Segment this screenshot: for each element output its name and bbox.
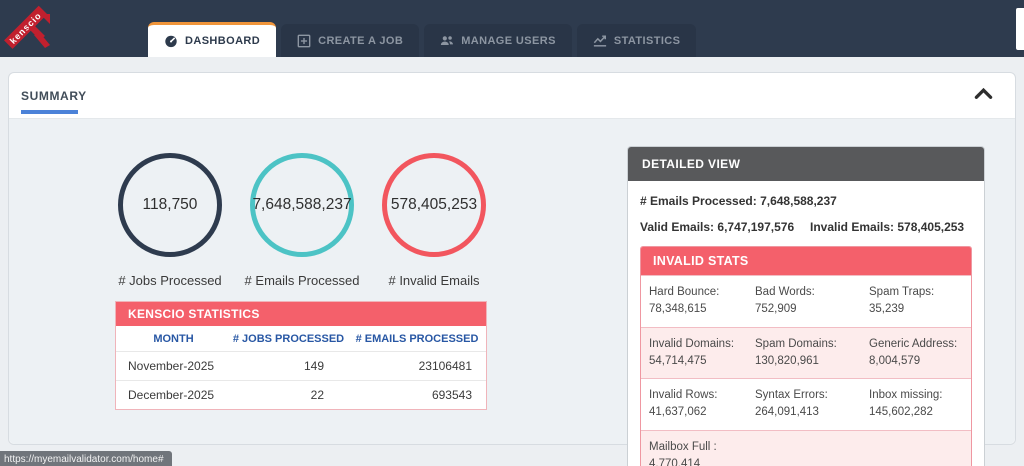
row-jobs: 149 [303, 359, 324, 373]
invalid-emails-pair: Invalid Emails: 578,405,253 [810, 220, 964, 234]
tab-label: MANAGE USERS [461, 34, 556, 47]
valid-emails-label: Valid Emails: [640, 220, 715, 234]
emails-processed-line: # Emails Processed: 7,648,588,237 [640, 194, 972, 208]
emails-processed-label: # Emails Processed [244, 273, 360, 288]
jobs-processed-value: 118,750 [142, 196, 198, 213]
plus-square-icon [297, 34, 311, 48]
invalid-domains-cell: Invalid Domains: 54,714,475 [649, 337, 735, 367]
emails-processed-value: 7,648,588,237 [252, 196, 352, 213]
tab-statistics[interactable]: STATISTICS [576, 24, 697, 57]
column-month: MONTH [153, 333, 194, 345]
chart-line-icon [593, 34, 607, 48]
jobs-processed-circle: 118,750 [118, 153, 222, 257]
dashboard-icon [164, 34, 178, 48]
emails-processed-total-value: 7,648,588,237 [760, 194, 837, 208]
invalid-stats-row: Invalid Domains: 54,714,475 Spam Domains… [641, 326, 971, 378]
detailed-view-body: # Emails Processed: 7,648,588,237 Valid … [628, 181, 984, 466]
valid-emails-pair: Valid Emails: 6,747,197,576 [640, 220, 810, 234]
top-navbar: kenscio DASHBOARD CREATE A JOB MANAGE US… [0, 0, 1024, 57]
spam-domains-cell: Spam Domains: 130,820,961 [755, 337, 837, 367]
tab-create-a-job[interactable]: CREATE A JOB [281, 24, 420, 57]
summary-card-header: SUMMARY [9, 73, 1015, 119]
column-emails-processed: # EMAILS PROCESSED [355, 333, 479, 345]
tab-manage-users[interactable]: MANAGE USERS [424, 24, 572, 57]
row-emails: 23106481 [418, 359, 472, 373]
invalid-stats-row: Hard Bounce: 78,348,615 Bad Words: 752,9… [641, 275, 971, 327]
nav-tabs: DASHBOARD CREATE A JOB MANAGE USERS STAT… [148, 22, 697, 57]
invalid-rows-cell: Invalid Rows: 41,637,062 [649, 389, 718, 419]
valid-invalid-line: Valid Emails: 6,747,197,576 Invalid Emai… [640, 220, 972, 234]
inbox-missing-cell: Inbox missing: 145,602,282 [869, 389, 943, 419]
detailed-view-panel: DETAILED VIEW # Emails Processed: 7,648,… [627, 146, 985, 466]
tab-label: STATISTICS [613, 34, 681, 47]
kenscio-logo-icon: kenscio [4, 5, 50, 49]
invalid-stats-title: INVALID STATS [641, 247, 971, 275]
spam-traps-cell: Spam Traps: 35,239 [869, 286, 935, 316]
table-row: December-2025 22 693543 [116, 380, 486, 409]
statistics-table-header: MONTH # JOBS PROCESSED # EMAILS PROCESSE… [116, 326, 486, 351]
invalid-emails-label: Invalid Emails: [810, 220, 895, 234]
emails-processed-circle: 7,648,588,237 [250, 153, 354, 257]
column-jobs-processed: # JOBS PROCESSED [232, 333, 345, 345]
users-icon [440, 34, 454, 48]
invalid-stats-panel: INVALID STATS Hard Bounce: 78,348,615 Ba… [640, 246, 972, 466]
jobs-processed-stat: 118,750 # Jobs Processed [118, 153, 222, 288]
logo-text: kenscio [8, 10, 44, 46]
summary-title: SUMMARY [21, 89, 87, 103]
syntax-errors-cell: Syntax Errors: 264,091,413 [755, 389, 828, 419]
collapse-chevron-up-icon[interactable] [974, 87, 993, 100]
row-month: November-2025 [128, 359, 215, 373]
emails-processed-stat: 7,648,588,237 # Emails Processed [245, 153, 359, 288]
summary-card-body: 118,750 # Jobs Processed 7,648,588,237 #… [9, 119, 1015, 466]
detailed-view-title: DETAILED VIEW [628, 147, 984, 181]
browser-status-url: https://myemailvalidator.com/home# [0, 451, 172, 466]
invalid-stats-row: Invalid Rows: 41,637,062 Syntax Errors: … [641, 378, 971, 430]
valid-emails-value: 6,747,197,576 [717, 220, 795, 234]
invalid-emails-label: # Invalid Emails [388, 273, 480, 288]
row-jobs: 22 [310, 388, 324, 402]
kenscio-statistics-title: KENSCIO STATISTICS [116, 302, 486, 326]
table-row: November-2025 149 23106481 [116, 351, 486, 380]
row-month: December-2025 [128, 388, 215, 402]
hard-bounce-cell: Hard Bounce: 78,348,615 [649, 286, 720, 316]
invalid-emails-value: 578,405,253 [897, 220, 965, 234]
summary-card: SUMMARY 118,750 # Jobs Processed 7,648,5… [8, 72, 1016, 466]
tab-dashboard[interactable]: DASHBOARD [148, 22, 277, 57]
summary-title-underline [21, 110, 78, 114]
kenscio-statistics-table: KENSCIO STATISTICS MONTH # JOBS PROCESSE… [115, 301, 487, 410]
emails-processed-total-label: # Emails Processed: [640, 194, 757, 208]
row-emails: 693543 [431, 388, 472, 402]
invalid-emails-stat: 578,405,253 # Invalid Emails [382, 153, 486, 288]
generic-address-cell: Generic Address: 8,004,579 [869, 337, 958, 367]
invalid-emails-circle: 578,405,253 [382, 153, 486, 257]
tab-label: DASHBOARD [185, 35, 261, 47]
jobs-processed-label: # Jobs Processed [118, 273, 222, 288]
cutoff-white-panel [1016, 8, 1024, 50]
stat-circles: 118,750 # Jobs Processed 7,648,588,237 #… [118, 153, 486, 288]
invalid-stats-row: Mailbox Full : 4,770,414 [641, 429, 971, 466]
bad-words-cell: Bad Words: 752,909 [755, 286, 815, 316]
mailbox-full-cell: Mailbox Full : 4,770,414 [649, 440, 717, 466]
invalid-emails-value: 578,405,253 [390, 196, 478, 213]
kenscio-logo[interactable]: kenscio [4, 2, 58, 56]
tab-label: CREATE A JOB [318, 34, 404, 47]
